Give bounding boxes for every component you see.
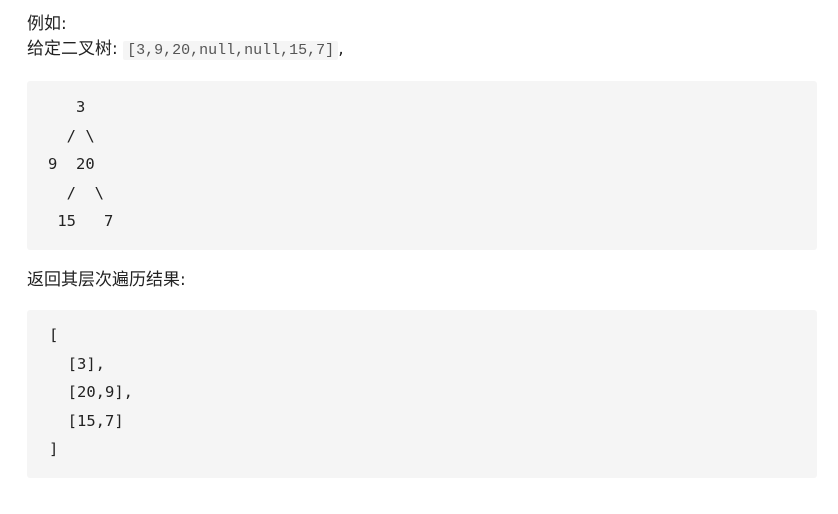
- given-tree-line: 给定二叉树: [3,9,20,null,null,15,7],: [27, 37, 817, 63]
- given-tree-label: 给定二叉树:: [27, 39, 124, 59]
- result-line: [3],: [49, 354, 105, 373]
- result-code-block: [ [3], [20,9], [15,7] ]: [27, 310, 817, 478]
- result-heading: 返回其层次遍历结果:: [27, 270, 186, 290]
- given-tree-array: [3,9,20,null,null,15,7]: [123, 41, 339, 60]
- problem-description: 例如: 给定二叉树: [3,9,20,null,null,15,7], 3 / …: [27, 12, 817, 478]
- tree-line: 3: [48, 98, 86, 116]
- result-line: [: [49, 326, 59, 344]
- given-tree-suffix: ,: [338, 39, 344, 59]
- tree-line: 9 20: [48, 155, 95, 173]
- example-label: 例如:: [27, 14, 67, 34]
- tree-line: / \: [48, 126, 95, 145]
- result-line: [15,7]: [49, 411, 124, 430]
- tree-code-block: 3 / \ 9 20 / \ 15 7: [27, 81, 817, 250]
- result-line: [20,9],: [49, 383, 133, 401]
- tree-line: 15 7: [48, 212, 114, 230]
- result-line: ]: [49, 440, 59, 458]
- tree-line: / \: [48, 183, 104, 202]
